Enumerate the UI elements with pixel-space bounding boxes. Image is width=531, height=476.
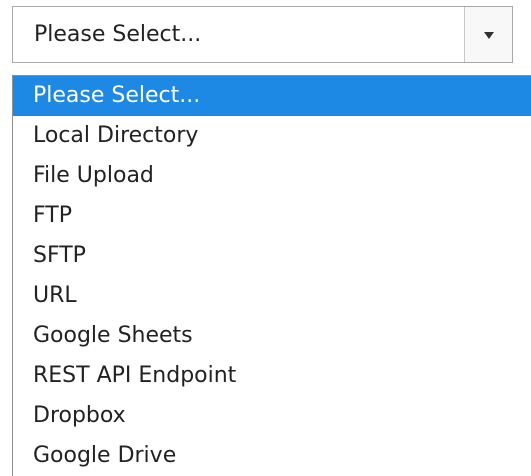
option-google-drive[interactable]: Google Drive <box>13 436 531 476</box>
option-sftp[interactable]: SFTP <box>13 236 531 276</box>
select-current-value: Please Select... <box>34 22 202 47</box>
option-please-select[interactable]: Please Select... <box>13 76 531 116</box>
source-select[interactable]: Please Select... <box>12 6 513 63</box>
option-local-directory[interactable]: Local Directory <box>13 116 531 156</box>
option-rest-api-endpoint[interactable]: REST API Endpoint <box>13 356 531 396</box>
chevron-down-icon <box>483 31 494 39</box>
option-google-sheets[interactable]: Google Sheets <box>13 316 531 356</box>
option-file-upload[interactable]: File Upload <box>13 156 531 196</box>
option-ftp[interactable]: FTP <box>13 196 531 236</box>
select-toggle-button[interactable] <box>464 7 512 62</box>
option-dropbox[interactable]: Dropbox <box>13 396 531 436</box>
option-url[interactable]: URL <box>13 276 531 316</box>
select-dropdown-list: Please Select... Local Directory File Up… <box>12 75 531 476</box>
